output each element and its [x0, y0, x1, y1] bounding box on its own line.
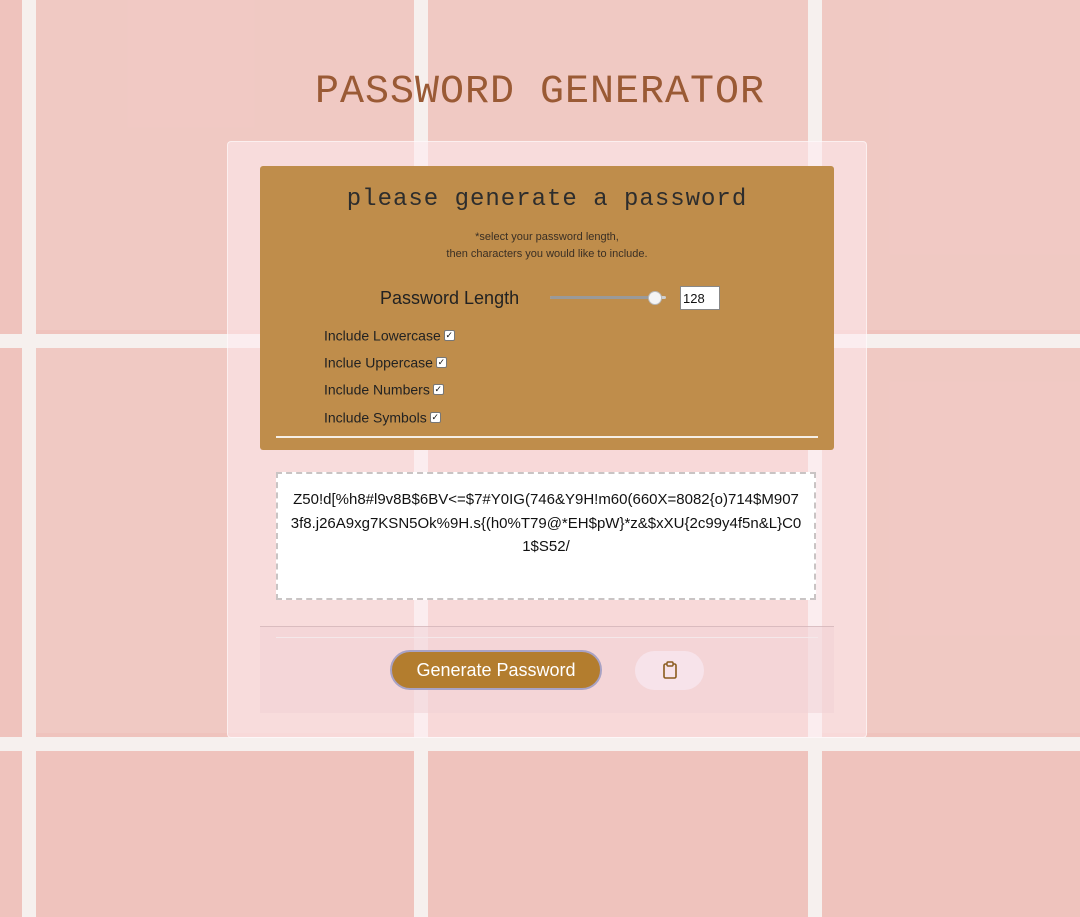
lowercase-checkbox[interactable]: ✓	[443, 329, 455, 341]
option-lowercase-label: Include Lowercase	[324, 327, 441, 344]
tile-grout	[0, 737, 1080, 751]
instructions: *select your password length, then chara…	[260, 229, 834, 263]
divider	[276, 436, 818, 438]
clipboard-icon	[662, 661, 677, 679]
card-footer: Generate Password	[260, 626, 834, 713]
instructions-line-1: *select your password length,	[475, 231, 619, 243]
option-numbers[interactable]: Include Numbers ✓	[324, 380, 444, 398]
option-lowercase[interactable]: Include Lowercase ✓	[324, 326, 455, 344]
option-symbols[interactable]: Include Symbols ✓	[324, 408, 441, 426]
tile-grout	[22, 0, 36, 917]
copy-button[interactable]	[635, 651, 704, 690]
symbols-checkbox[interactable]: ✓	[429, 411, 441, 423]
length-slider[interactable]	[550, 291, 666, 305]
password-output[interactable]: Z50!d[%h8#l9v8B$6BV<=$7#Y0IG(746&Y9H!m60…	[276, 472, 816, 600]
length-slider-fill	[550, 296, 655, 299]
card-heading: please generate a password	[346, 186, 748, 213]
length-row: Password Length	[380, 286, 740, 312]
card-header: please generate a password *select your …	[260, 166, 834, 450]
option-symbols-label: Include Symbols	[324, 409, 427, 426]
instructions-line-2: then characters you would like to includ…	[446, 248, 648, 260]
generate-password-button[interactable]: Generate Password	[390, 650, 602, 690]
option-numbers-label: Include Numbers	[324, 381, 430, 398]
uppercase-checkbox[interactable]: ✓	[435, 356, 447, 368]
divider	[276, 637, 818, 638]
length-input[interactable]	[680, 286, 720, 310]
numbers-checkbox[interactable]: ✓	[432, 383, 444, 395]
length-slider-thumb[interactable]	[648, 291, 663, 305]
option-uppercase[interactable]: Inclue Uppercase ✓	[324, 353, 447, 371]
option-uppercase-label: Inclue Uppercase	[324, 354, 433, 371]
generator-card: please generate a password *select your …	[227, 141, 867, 738]
page-title: PASSWORD GENERATOR	[314, 70, 766, 115]
length-label: Password Length	[380, 288, 520, 308]
